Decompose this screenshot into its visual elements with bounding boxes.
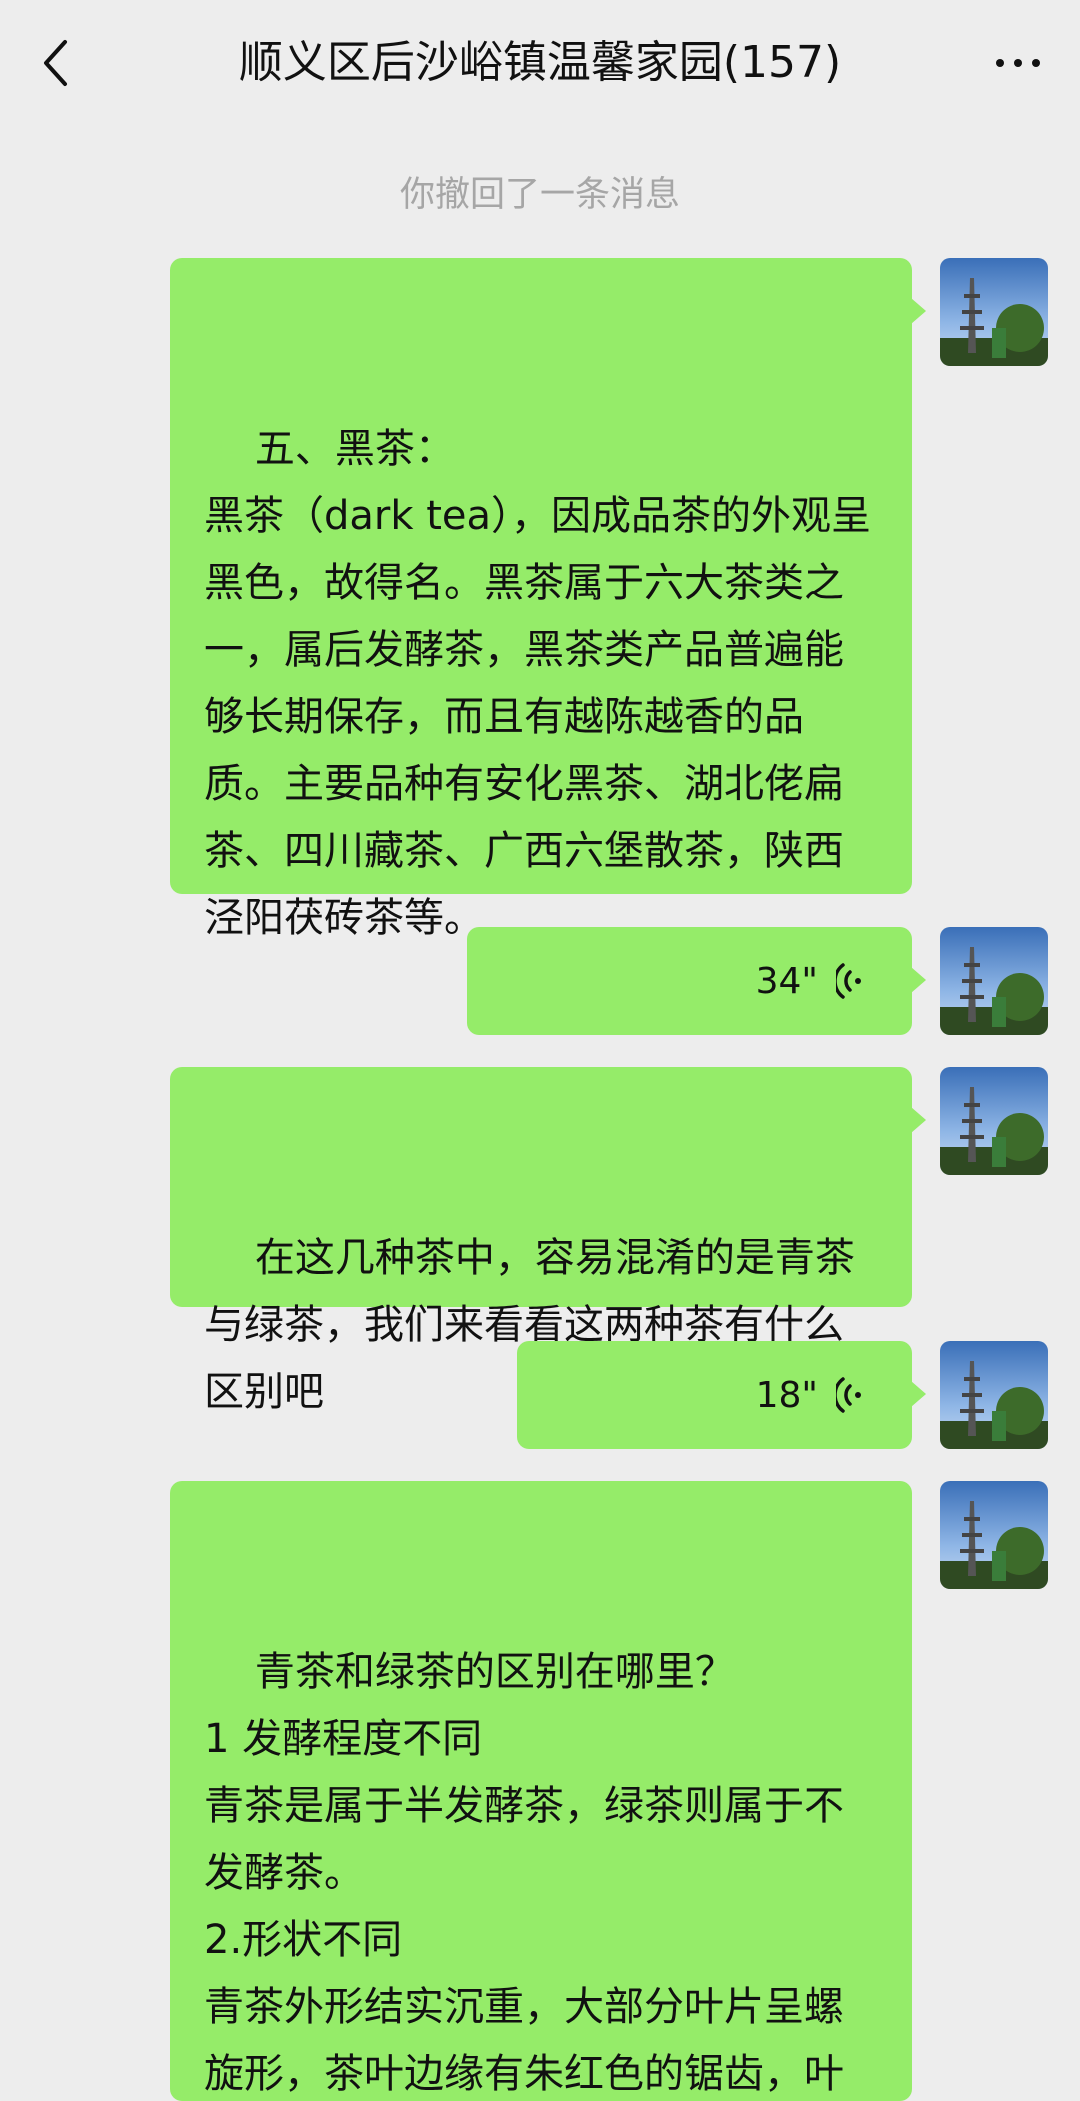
- text-message-bubble[interactable]: 在这几种茶中，容易混淆的是青茶与绿茶，我们来看看这两种茶有什么区别吧: [170, 1067, 926, 1415]
- chat-title: 顺义区后沙峪镇温馨家园(157): [238, 37, 842, 88]
- user-avatar[interactable]: [940, 258, 1048, 366]
- voice-duration: 34": [755, 960, 818, 1002]
- user-avatar[interactable]: [940, 1341, 1048, 1449]
- voice-message-bubble[interactable]: 18": [517, 1341, 926, 1449]
- voice-duration: 18": [755, 1374, 818, 1416]
- message-text: 五、黑茶： 黑茶（dark tea），因成品茶的外观呈黑色，故得名。黑茶属于六大…: [204, 426, 872, 941]
- text-message-bubble[interactable]: 青茶和绿茶的区别在哪里？ 1 发酵程度不同 青茶是属于半发酵茶，绿茶则属于不发酵…: [170, 1481, 912, 2101]
- more-dots-icon: [991, 59, 1045, 67]
- user-avatar[interactable]: [940, 927, 1048, 1035]
- text-message-bubble[interactable]: 五、黑茶： 黑茶（dark tea），因成品茶的外观呈黑色，故得名。黑茶属于六大…: [170, 258, 926, 941]
- user-avatar[interactable]: [940, 1067, 1048, 1175]
- recalled-message-notice: 你撤回了一条消息: [399, 175, 680, 215]
- more-button[interactable]: [982, 30, 1054, 96]
- message-text: 青茶和绿茶的区别在哪里？ 1 发酵程度不同 青茶是属于半发酵茶，绿茶则属于不发酵…: [204, 1649, 844, 2097]
- back-button[interactable]: [28, 30, 84, 96]
- voice-message-bubble[interactable]: 34": [467, 927, 926, 1035]
- chat-header: 顺义区后沙峪镇温馨家园(157): [0, 0, 1080, 128]
- voice-wave-icon: [836, 963, 861, 999]
- back-arrow-icon: [44, 40, 67, 86]
- voice-wave-icon: [836, 1377, 861, 1413]
- user-avatar[interactable]: [940, 1481, 1048, 1589]
